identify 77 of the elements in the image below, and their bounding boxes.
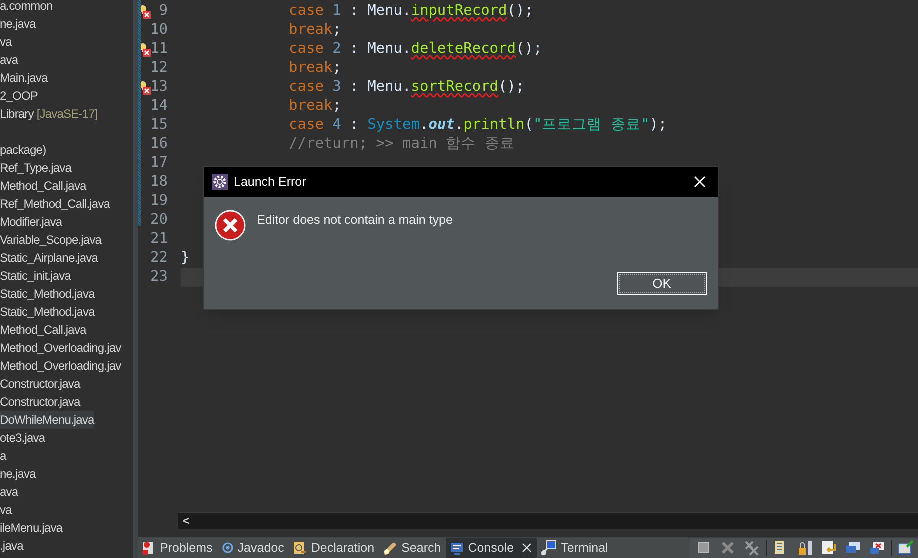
gear-icon xyxy=(212,174,228,190)
horizontal-scrollbar[interactable]: < xyxy=(178,512,918,529)
tree-item[interactable]: Static_Airplane.java xyxy=(0,249,98,267)
tree-item[interactable]: package) xyxy=(0,141,46,159)
tree-item[interactable]: DoWhileMenu.java xyxy=(0,411,94,429)
tree-item[interactable]: ava xyxy=(0,51,18,69)
tree-item[interactable]: ote3.java xyxy=(0,429,46,447)
code-line: case 2 : Menu.deleteRecord(); xyxy=(288,40,542,59)
tree-item[interactable]: ava xyxy=(0,483,18,501)
tree-item[interactable]: .java xyxy=(0,537,24,555)
line-number: 19 xyxy=(150,192,168,211)
line-number: 18 xyxy=(150,172,168,192)
line-number: 15 xyxy=(150,116,168,135)
line-number: 23 xyxy=(150,268,168,287)
problems-icon xyxy=(142,541,156,555)
line-number: 22 xyxy=(150,248,168,268)
line-number: 13 xyxy=(150,78,168,97)
jre-version: [JavaSE-17] xyxy=(36,107,98,121)
code-line: case 4 : System.out.println("프로그램 종료"); xyxy=(288,116,668,135)
line-number: 10 xyxy=(150,20,168,40)
tree-item[interactable]: Method_Overloading.jav xyxy=(0,357,122,375)
tree-item[interactable]: Static_Method.java xyxy=(0,285,95,303)
line-number: 9 xyxy=(159,2,168,21)
panel-tab[interactable]: Terminal xyxy=(537,538,614,558)
panel-tab[interactable]: Console xyxy=(446,538,538,558)
tree-item[interactable]: Modifier.java xyxy=(0,213,62,231)
tree-item[interactable]: Static_Method.java xyxy=(0,303,95,321)
tree-item[interactable]: Constructor.java xyxy=(0,393,80,411)
terminal-icon xyxy=(541,540,558,556)
ok-button[interactable]: OK xyxy=(617,272,707,295)
code-line: break; xyxy=(288,58,342,78)
tree-item[interactable]: Ref_Method_Call.java xyxy=(0,195,110,213)
tree-item[interactable]: ileMenu.java xyxy=(0,519,63,537)
panel-tab[interactable]: Javadoc xyxy=(218,538,290,558)
line-number: 16 xyxy=(150,134,168,154)
tree-item[interactable]: Library [JavaSE-17] xyxy=(0,105,98,123)
panel-tab[interactable]: Search xyxy=(380,538,446,558)
code-line: case 1 : Menu.inputRecord(); xyxy=(288,2,534,21)
tree-item[interactable]: Method_Overloading.jav xyxy=(0,339,122,357)
panel-tab[interactable]: Problems xyxy=(138,538,218,558)
dialog-title: Launch Error xyxy=(234,174,308,191)
line-number: 17 xyxy=(150,154,168,173)
tree-item[interactable]: Method_Call.java xyxy=(0,177,86,195)
tree-item[interactable]: ne.java xyxy=(0,15,36,33)
flashlight-icon xyxy=(384,541,398,555)
line-number: 20 xyxy=(150,210,168,230)
tree-item[interactable]: 2_OOP xyxy=(0,87,38,105)
declaration-icon xyxy=(293,541,308,555)
tree-item[interactable]: a xyxy=(0,447,6,465)
tree-item[interactable]: Main.java xyxy=(0,69,48,87)
error-marker-icon xyxy=(139,4,151,18)
scroll-left-arrow[interactable]: < xyxy=(183,512,190,530)
tree-item[interactable]: Static_init.java xyxy=(0,267,71,285)
error-marker-icon xyxy=(139,42,151,56)
error-message: Editor does not contain a main type xyxy=(257,212,453,229)
tree-item[interactable]: a.common xyxy=(0,0,53,15)
code-line: //return; >> main 함수 종료 xyxy=(288,134,515,154)
error-icon xyxy=(215,210,246,241)
console-icon xyxy=(450,542,464,554)
line-number: 21 xyxy=(150,230,168,249)
code-line: } xyxy=(181,248,190,268)
code-line: break; xyxy=(288,96,342,116)
panel-tab[interactable]: Declaration xyxy=(289,538,380,558)
tree-item[interactable]: Ref_Type.java xyxy=(0,159,72,177)
error-marker-icon xyxy=(139,80,151,94)
tree-item[interactable]: Variable_Scope.java xyxy=(0,231,102,249)
close-icon[interactable] xyxy=(522,543,532,553)
code-line: break; xyxy=(288,20,342,40)
tree-item[interactable]: Method_Call.java xyxy=(0,321,86,339)
line-number: 14 xyxy=(150,96,168,116)
tree-item[interactable]: Constructor.java xyxy=(0,375,80,393)
tree-item[interactable]: va xyxy=(0,501,12,519)
tree-item[interactable]: va xyxy=(0,33,12,51)
code-line: case 3 : Menu.sortRecord(); xyxy=(288,78,525,97)
tree-item[interactable]: ne.java xyxy=(0,465,36,483)
line-number: 12 xyxy=(150,58,168,78)
line-number: 11 xyxy=(150,40,168,59)
